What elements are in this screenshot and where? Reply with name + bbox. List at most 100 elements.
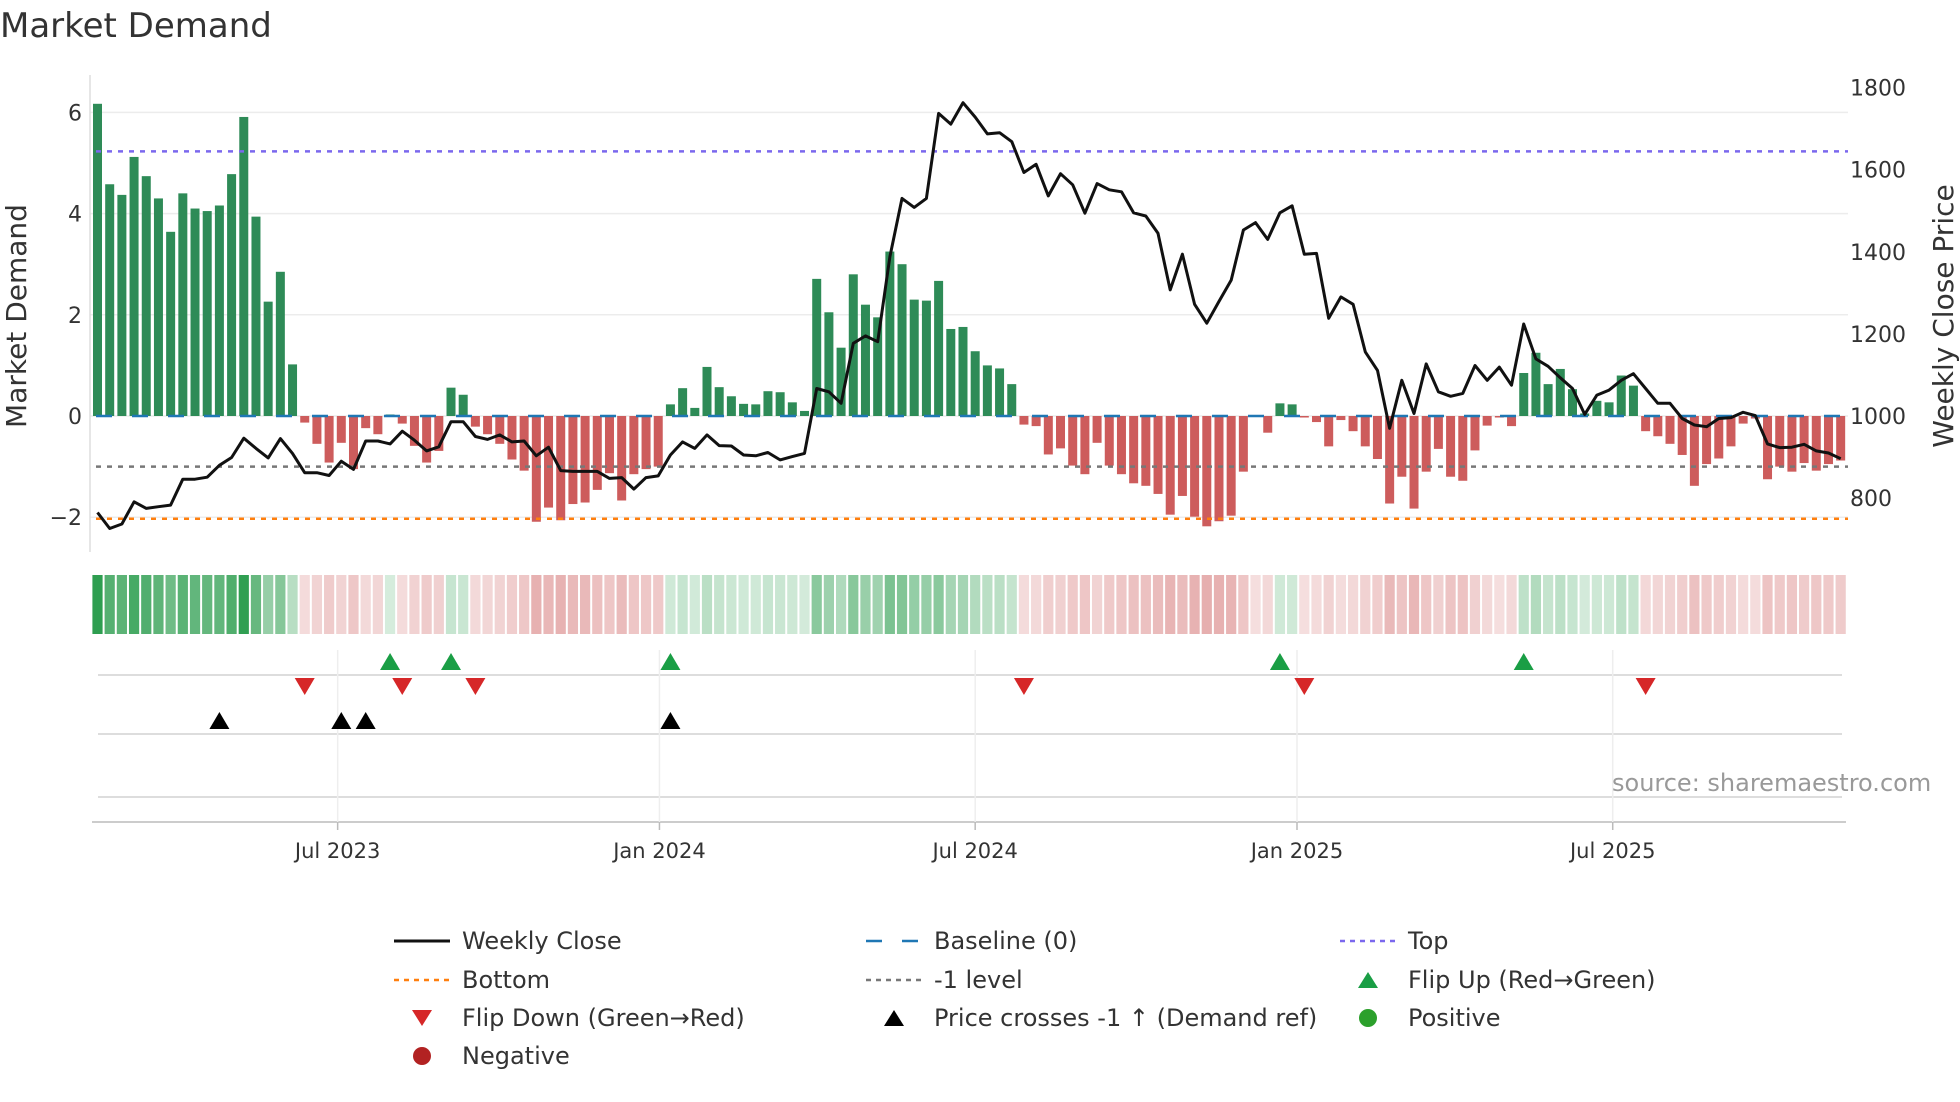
strip-cell-negative [1311, 575, 1322, 634]
strip-cell-negative [616, 575, 627, 634]
demand-bar-positive [1628, 385, 1638, 416]
strip-cell-negative [1360, 575, 1371, 634]
demand-bar-positive [860, 304, 870, 416]
strip-cell-negative [1116, 575, 1127, 634]
solid-line-icon [394, 939, 450, 943]
strip-cell-negative [372, 575, 383, 634]
strip-cell-positive [263, 575, 274, 634]
demand-bar-negative [1482, 416, 1492, 426]
demand-bar-negative [495, 416, 505, 444]
y-tick-label: 4 [68, 203, 82, 228]
strip-cell-negative [1494, 575, 1505, 634]
strip-cell-negative [1152, 575, 1164, 634]
strip-cell-positive [957, 575, 969, 634]
demand-bar-positive [690, 407, 700, 416]
demand-bar-negative [592, 416, 602, 490]
demand-bar-positive [178, 193, 188, 416]
demand-bar-negative [1738, 416, 1748, 424]
x-tick-label: Jul 2024 [930, 839, 1017, 863]
strip-cell-positive [872, 575, 883, 634]
strip-cell-positive [1006, 575, 1017, 634]
strip-cell-negative [1323, 575, 1334, 634]
strip-cell-negative [1091, 575, 1103, 634]
strip-cell-positive [750, 575, 761, 634]
demand-bar-positive [166, 231, 176, 416]
strip-cell-negative [1713, 575, 1724, 634]
dotted-line-icon [394, 978, 450, 982]
strip-cell-positive [1591, 575, 1602, 634]
strip-cell-positive [787, 575, 798, 634]
legend-label: Flip Up (Red→Green) [1408, 966, 1656, 994]
demand-bar-negative [1129, 416, 1139, 484]
demand-bar-positive [921, 300, 931, 416]
strip-cell-negative [1640, 575, 1651, 634]
demand-bar-negative [1214, 416, 1224, 522]
demand-bar-positive [153, 198, 163, 416]
demand-bar-negative [1470, 416, 1480, 451]
strip-cell-positive [128, 575, 140, 634]
strip-cell-positive [860, 575, 871, 634]
demand-bar-positive [726, 396, 736, 416]
demand-bar-positive [958, 326, 968, 416]
strip-cell-negative [1786, 575, 1798, 634]
demand-bar-positive [800, 410, 810, 416]
strip-cell-negative [1811, 575, 1822, 634]
demand-bar-negative [300, 416, 310, 423]
strip-cell-negative [543, 575, 554, 634]
strip-cell-positive [1543, 575, 1554, 634]
strip-cell-negative [1457, 575, 1468, 634]
demand-bar-negative [1263, 416, 1273, 433]
strip-cell-negative [1433, 575, 1444, 634]
strip-cell-negative [360, 575, 371, 634]
demand-bar-negative [1653, 416, 1663, 437]
strip-cell-positive [177, 575, 188, 634]
legend-item: Weekly Close [394, 927, 622, 955]
demand-bar-negative [1092, 416, 1102, 443]
demand-bar-positive [458, 394, 468, 416]
demand-bar-positive [763, 391, 773, 416]
legend-item: Flip Up (Red→Green) [1340, 966, 1656, 994]
strip-cell-negative [299, 575, 310, 634]
demand-bar-positive [1543, 384, 1553, 416]
y2-tick-label: 1600 [1850, 159, 1906, 184]
strip-cell-positive [214, 575, 225, 634]
y2-tick-label: 1800 [1850, 77, 1906, 102]
flip-down-marker [465, 678, 486, 695]
price-cross-marker [355, 712, 376, 729]
strip-cell-negative [433, 575, 444, 634]
demand-bar-negative [1348, 416, 1358, 432]
demand-bar-negative [470, 416, 480, 427]
demand-bar-negative [1202, 416, 1212, 527]
triangle-down-icon [412, 1010, 432, 1026]
demand-bar-negative [483, 416, 493, 435]
demand-bar-positive [824, 312, 834, 416]
demand-bar-negative [604, 416, 614, 474]
strip-cell-negative [1677, 575, 1688, 634]
demand-bar-positive [214, 205, 224, 416]
y-tick-label: 2 [68, 304, 82, 329]
demand-bar-positive [970, 351, 980, 416]
demand-bar-negative [373, 416, 383, 435]
strip-cell-negative [1067, 575, 1078, 634]
strip-cell-positive [1555, 575, 1566, 634]
strip-cell-negative [470, 575, 481, 634]
demand-bar-positive [909, 299, 919, 416]
strip-cell-negative [1445, 575, 1456, 634]
demand-bar-negative [1165, 416, 1175, 515]
demand-bar-negative [1823, 416, 1833, 465]
strip-cell-negative [1018, 575, 1030, 634]
strip-cell-negative [311, 575, 323, 634]
strip-cell-negative [1750, 575, 1761, 634]
demand-bar-positive [263, 301, 273, 416]
demand-bar-negative [1177, 416, 1187, 496]
strip-cell-positive [141, 575, 152, 634]
demand-bar-positive [739, 403, 749, 416]
demand-bar-positive [1007, 384, 1017, 416]
demand-bar-negative [1433, 416, 1443, 449]
strip-cell-positive [811, 575, 822, 634]
y2-tick-label: 800 [1850, 487, 1892, 512]
flip-down-marker [1635, 678, 1656, 695]
demand-bar-negative [422, 416, 432, 463]
y2-tick-label: 1400 [1850, 241, 1906, 266]
circle-icon [1359, 1009, 1377, 1027]
